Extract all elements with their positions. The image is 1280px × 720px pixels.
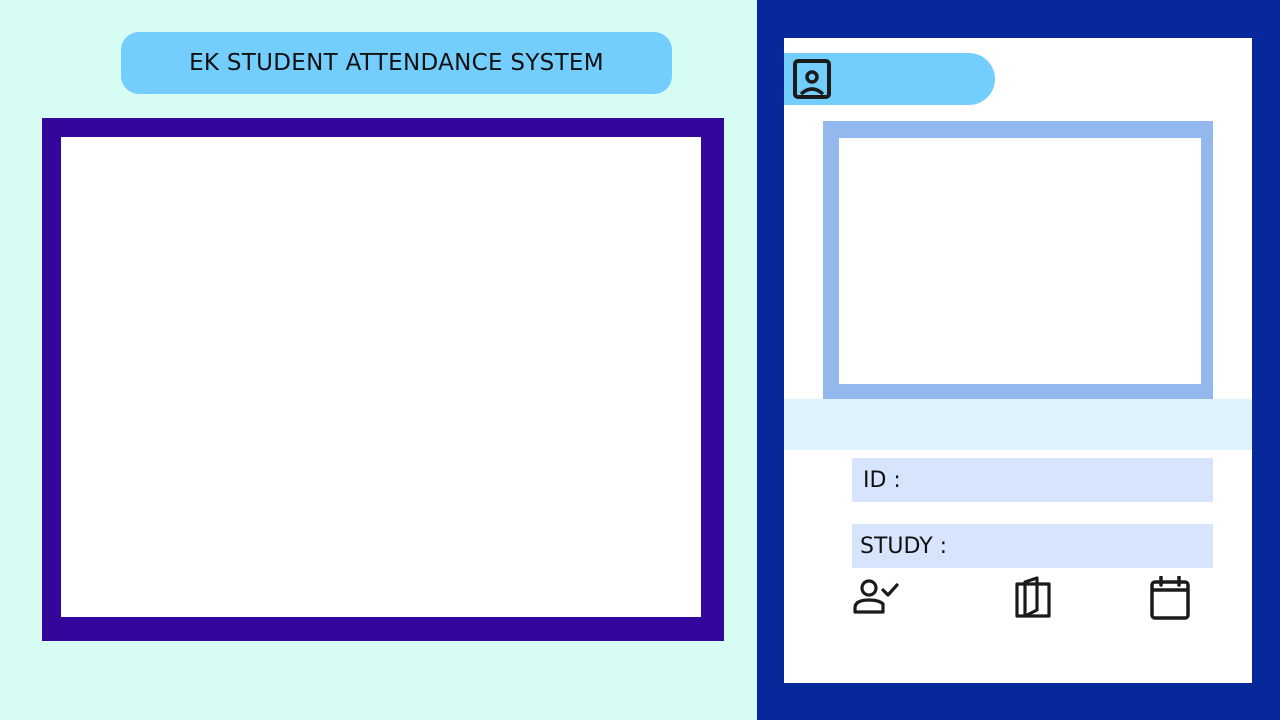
camera-feed-view <box>61 137 701 617</box>
student-photo-frame <box>823 121 1213 399</box>
profile-badge-icon <box>793 59 831 99</box>
student-photo <box>839 138 1201 384</box>
calendar-icon[interactable] <box>1146 576 1194 620</box>
student-info-card: ID : STUDY : <box>784 38 1252 683</box>
student-study-field: STUDY : <box>852 524 1213 568</box>
student-id-field: ID : <box>852 458 1213 502</box>
student-name-band <box>784 399 1252 450</box>
student-id-label: ID : <box>863 467 901 493</box>
app-title: EK STUDENT ATTENDANCE SYSTEM <box>121 32 672 94</box>
student-info-panel: ID : STUDY : <box>757 0 1280 720</box>
camera-panel: EK STUDENT ATTENDANCE SYSTEM <box>0 0 757 720</box>
user-check-icon[interactable] <box>852 576 900 620</box>
camera-feed-frame <box>42 118 724 641</box>
book-icon[interactable] <box>1009 576 1057 620</box>
profile-header <box>784 53 995 105</box>
student-study-label: STUDY : <box>860 533 948 559</box>
